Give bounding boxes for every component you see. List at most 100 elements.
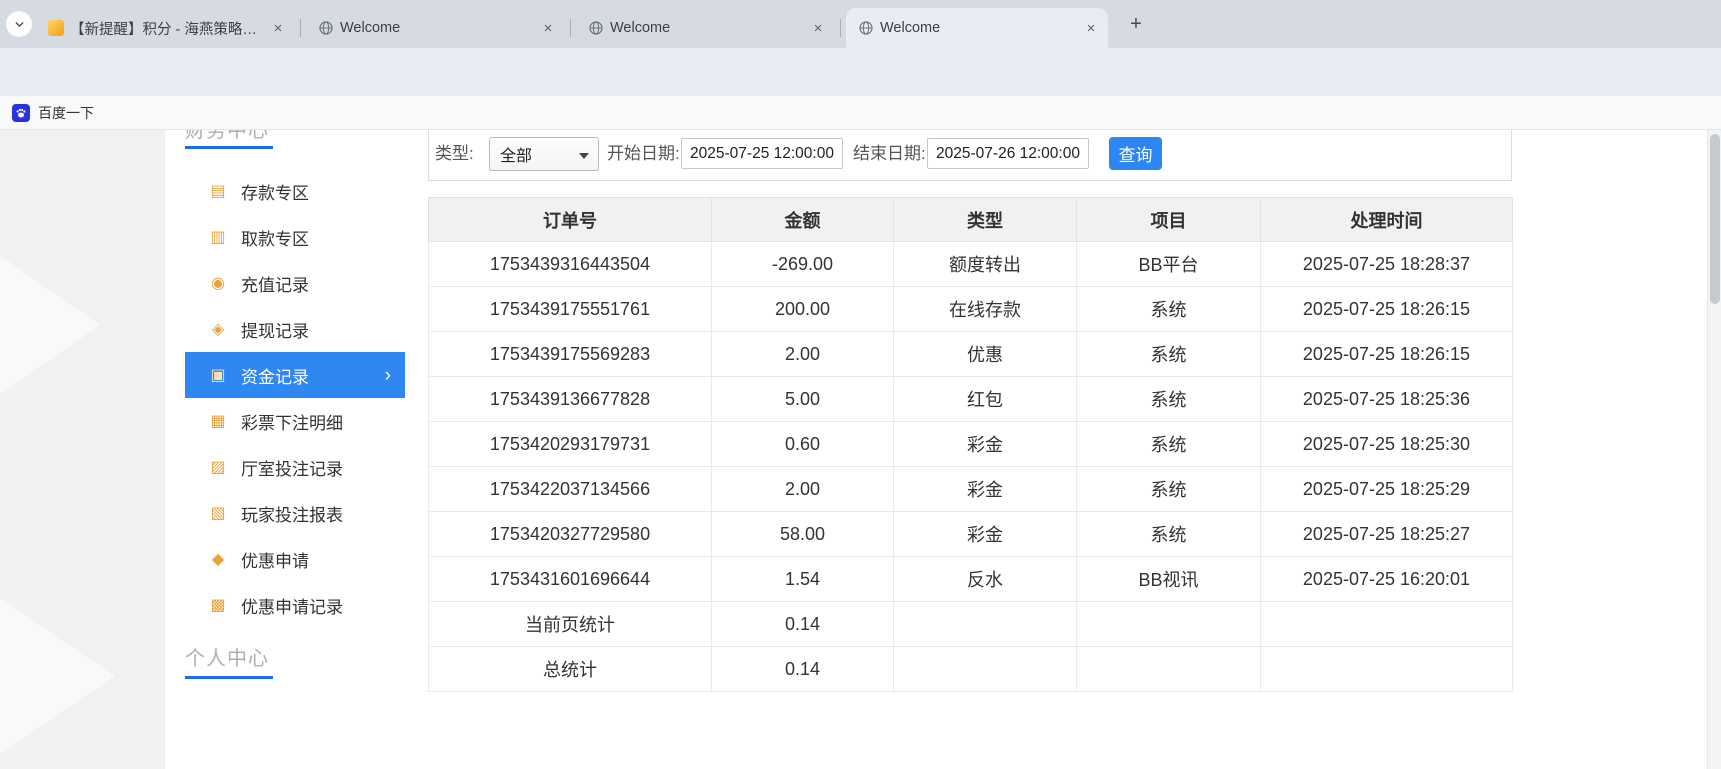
order-id-cell: 1753422037134566: [428, 466, 712, 512]
hall-bets-icon: ▨: [210, 459, 226, 476]
type-cell: 优惠: [893, 331, 1077, 377]
promo-icon: ◆: [211, 551, 225, 568]
table-row: 1753439175551761 200.00 在线存款 系统 2025-07-…: [428, 286, 1513, 332]
tab-title: Welcome: [610, 20, 671, 36]
tab-welcome-2[interactable]: Welcome ×: [576, 8, 835, 48]
time-cell: 2025-07-25 18:28:37: [1260, 241, 1513, 287]
type-cell: 彩金: [893, 511, 1077, 557]
page-scrollbar: [1707, 130, 1721, 769]
section-finance-center: 财务中心: [185, 130, 269, 142]
type-select[interactable]: 全部: [489, 137, 599, 171]
globe-icon: [859, 21, 873, 35]
time-cell: 2025-07-25 18:25:29: [1260, 466, 1513, 512]
search-button[interactable]: 查询: [1109, 137, 1162, 170]
header-type: 类型: [893, 197, 1077, 242]
order-id-cell: 1753431601696644: [428, 556, 712, 602]
amount-cell: 58.00: [711, 511, 894, 557]
browser-window: 【新提醒】积分 - 海燕策略论坛 × Welcome × Welcome × W…: [0, 0, 1721, 769]
start-date-input[interactable]: [681, 138, 843, 169]
globe-icon: [319, 21, 333, 35]
sidebar-item-funds-records[interactable]: ▣ 资金记录 ›: [185, 352, 405, 398]
time-cell: 2025-07-25 18:26:15: [1260, 331, 1513, 377]
type-cell: 反水: [893, 556, 1077, 602]
type-cell: 彩金: [893, 421, 1077, 467]
project-cell: BB平台: [1076, 241, 1261, 287]
tab-welcome-1[interactable]: Welcome ×: [306, 8, 565, 48]
tab-title: 【新提醒】积分 - 海燕策略论坛: [70, 21, 263, 38]
tab-separator: [570, 19, 571, 37]
sidebar-item-withdraw-area[interactable]: ▥ 取款专区: [185, 214, 405, 260]
chevron-down-icon: [15, 21, 23, 27]
report-icon: ▧: [210, 505, 226, 522]
promo-records-icon: ▩: [210, 597, 226, 614]
chevron-right-icon: ›: [384, 364, 391, 386]
time-cell: 2025-07-25 18:25:27: [1260, 511, 1513, 557]
decorative-triangle: [0, 591, 115, 761]
tab-title: Welcome: [880, 20, 941, 36]
scrollbar-thumb[interactable]: [1710, 134, 1720, 304]
section-underline: [185, 676, 273, 679]
new-tab-button[interactable]: +: [1124, 12, 1148, 36]
summary-label-cell: 当前页统计: [428, 601, 712, 647]
header-time: 处理时间: [1260, 197, 1513, 242]
summary-label-cell: 总统计: [428, 646, 712, 692]
sidebar-item-cashout-records[interactable]: ◈ 提现记录: [185, 306, 405, 352]
header-project: 项目: [1076, 197, 1261, 242]
close-icon[interactable]: ×: [269, 19, 287, 37]
sidebar-item-recharge-records[interactable]: ◉ 充值记录: [185, 260, 405, 306]
main-content: 类型: 全部 开始日期: 结束日期: 查询 订单号 金额: [428, 130, 1513, 769]
recharge-icon: ◉: [211, 275, 225, 292]
records-table: 订单号 金额 类型 项目 处理时间 1753439316443504 -269.…: [428, 197, 1513, 692]
table-row: 1753439136677828 5.00 红包 系统 2025-07-25 1…: [428, 376, 1513, 422]
table-row: 1753439316443504 -269.00 额度转出 BB平台 2025-…: [428, 241, 1513, 287]
type-cell: 额度转出: [893, 241, 1077, 287]
browser-tab-bar: 【新提醒】积分 - 海燕策略论坛 × Welcome × Welcome × W…: [0, 0, 1721, 48]
end-date-input[interactable]: [927, 138, 1089, 169]
type-cell: 彩金: [893, 466, 1077, 512]
tab-search-button[interactable]: [6, 11, 32, 37]
project-cell: [1076, 646, 1261, 692]
tab-separator: [840, 19, 841, 37]
sidebar-item-deposit-area[interactable]: ▤ 存款专区: [185, 168, 405, 214]
sidebar-item-lottery-bet-details[interactable]: ▦ 彩票下注明细: [185, 398, 405, 444]
end-date-label: 结束日期:: [853, 144, 926, 163]
type-cell: 在线存款: [893, 286, 1077, 332]
tab-welcome-active[interactable]: Welcome ×: [846, 8, 1108, 48]
time-cell: 2025-07-25 18:25:36: [1260, 376, 1513, 422]
bookmark-label: 百度一下: [38, 105, 94, 121]
close-icon[interactable]: ×: [809, 19, 827, 37]
amount-cell: 0.60: [711, 421, 894, 467]
table-row-grand-total: 总统计 0.14: [428, 646, 1513, 692]
sidebar-item-hall-bet-records[interactable]: ▨ 厅室投注记录: [185, 444, 405, 490]
tab-title: Welcome: [340, 20, 401, 36]
amount-cell: 2.00: [711, 466, 894, 512]
amount-cell: 1.54: [711, 556, 894, 602]
withdraw-icon: ▥: [210, 229, 226, 246]
section-underline: [185, 146, 273, 149]
decorative-strip: [0, 130, 165, 769]
forum-favicon-icon: [48, 20, 64, 36]
time-cell: 2025-07-25 18:26:15: [1260, 286, 1513, 332]
close-icon[interactable]: ×: [539, 19, 557, 37]
cashout-icon: ◈: [211, 321, 225, 338]
decorative-triangle: [0, 235, 100, 415]
project-cell: BB视讯: [1076, 556, 1261, 602]
project-cell: [1076, 601, 1261, 647]
tab-forum[interactable]: 【新提醒】积分 - 海燕策略论坛 ×: [36, 8, 295, 48]
time-cell: 2025-07-25 18:25:30: [1260, 421, 1513, 467]
order-id-cell: 1753439175569283: [428, 331, 712, 377]
sidebar-item-promo-apply[interactable]: ◆ 优惠申请: [185, 536, 405, 582]
tab-separator: [300, 19, 301, 37]
time-cell: [1260, 601, 1513, 647]
table-header-row: 订单号 金额 类型 项目 处理时间: [428, 197, 1513, 242]
sidebar-item-player-bet-report[interactable]: ▧ 玩家投注报表: [185, 490, 405, 536]
table-row: 1753420293179731 0.60 彩金 系统 2025-07-25 1…: [428, 421, 1513, 467]
bookmark-baidu[interactable]: 百度一下: [12, 100, 94, 126]
chevron-down-icon: [579, 153, 589, 159]
close-icon[interactable]: ×: [1082, 19, 1100, 37]
sidebar-item-promo-apply-records[interactable]: ▩ 优惠申请记录: [185, 582, 405, 628]
type-cell: [893, 646, 1077, 692]
filter-bar: 类型: 全部 开始日期: 结束日期: 查询: [428, 130, 1512, 181]
browser-toolbar: js13.cc/hhcp/usercenter.html?iniType=6: [0, 48, 1721, 137]
amount-cell: 0.14: [711, 601, 894, 647]
